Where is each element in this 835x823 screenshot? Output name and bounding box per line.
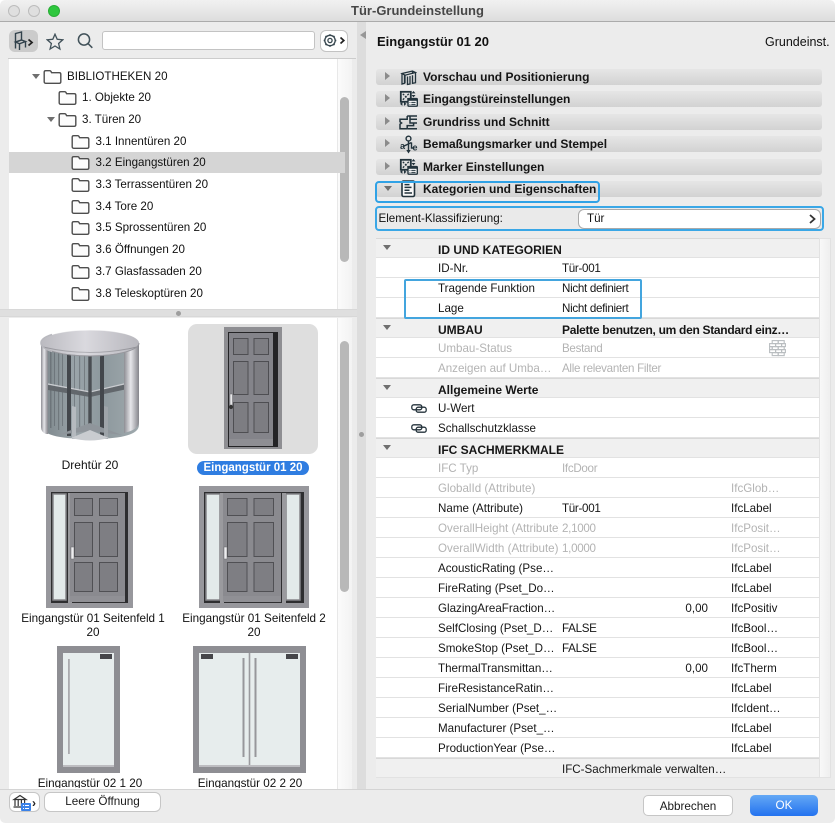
svg-text:e: e (413, 143, 418, 153)
